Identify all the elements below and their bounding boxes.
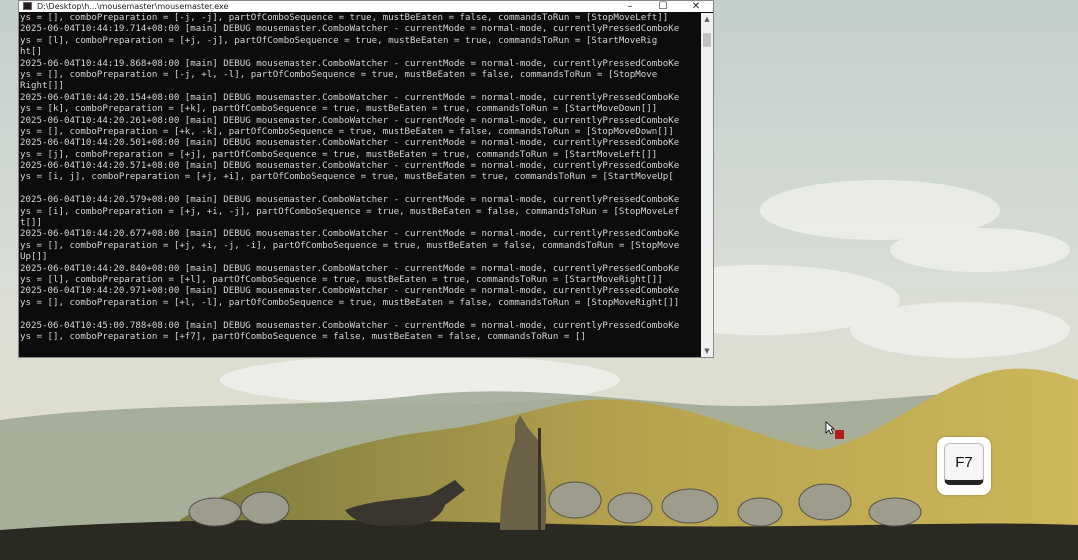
console-line: ys = [i, j], comboPreparation = [+j, +i]… <box>20 172 674 183</box>
console-line: ht[] <box>20 47 42 58</box>
console-line: ys = [i], comboPreparation = [+j, +i, -j… <box>20 206 680 217</box>
cursor-marker <box>835 430 844 439</box>
console-line: ys = [], comboPreparation = [+l, -l], pa… <box>20 297 680 308</box>
mouse-pointer-icon <box>825 421 835 435</box>
console-line: t[]] <box>20 218 42 229</box>
console-line: Up[]] <box>20 252 48 263</box>
console-line: ys = [k], comboPreparation = [+k], partO… <box>20 104 658 115</box>
title-bar[interactable]: D:\Desktop\h...\mousemaster\mousemaster.… <box>19 1 713 12</box>
scroll-thumb[interactable] <box>703 33 711 47</box>
console-line: ys = [], comboPreparation = [+f7], partO… <box>20 331 586 342</box>
console-line: ys = [], comboPreparation = [+k, -k], pa… <box>20 126 674 137</box>
minimize-button[interactable]: – <box>615 1 645 12</box>
console-line: ys = [j], comboPreparation = [+j], partO… <box>20 149 658 160</box>
console-line: ys = [], comboPreparation = [-j, -j], pa… <box>20 13 669 23</box>
window-title: D:\Desktop\h...\mousemaster\mousemaster.… <box>37 2 229 11</box>
keycap: F7 <box>944 443 984 485</box>
console-line: 2025-06-04T10:44:20.579+08:00 [main] DEB… <box>20 195 680 206</box>
console-line: 2025-06-04T10:45:00.788+08:00 [main] DEB… <box>20 320 680 331</box>
console-line: 2025-06-04T10:44:20.971+08:00 [main] DEB… <box>20 286 680 297</box>
vertical-scrollbar[interactable]: ▲ ▼ <box>701 13 713 357</box>
console-output[interactable]: ys = [], comboPreparation = [-j, -j], pa… <box>20 13 700 357</box>
console-line: 2025-06-04T10:44:19.868+08:00 [main] DEB… <box>20 58 680 69</box>
console-line: Right[]] <box>20 81 64 92</box>
maximize-button[interactable]: ☐ <box>648 1 678 12</box>
console-app-icon <box>23 2 32 10</box>
console-line: 2025-06-04T10:44:20.840+08:00 [main] DEB… <box>20 263 680 274</box>
console-window[interactable]: D:\Desktop\h...\mousemaster\mousemaster.… <box>18 0 714 358</box>
console-line: 2025-06-04T10:44:20.261+08:00 [main] DEB… <box>20 115 680 126</box>
console-line: ys = [], comboPreparation = [+j, +i, -j,… <box>20 240 680 251</box>
console-line: 2025-06-04T10:44:20.501+08:00 [main] DEB… <box>20 138 680 149</box>
console-line: 2025-06-04T10:44:20.571+08:00 [main] DEB… <box>20 161 680 172</box>
close-button[interactable]: ✕ <box>681 1 711 12</box>
console-line: 2025-06-04T10:44:20.154+08:00 [main] DEB… <box>20 92 680 103</box>
console-line: ys = [], comboPreparation = [-j, +l, -l]… <box>20 69 658 80</box>
console-line: ys = [l], comboPreparation = [+l], partO… <box>20 274 663 285</box>
console-line: ys = [l], comboPreparation = [+j, -j], p… <box>20 35 658 46</box>
key-label: F7 <box>955 454 973 471</box>
console-line: 2025-06-04T10:44:19.714+08:00 [main] DEB… <box>20 24 680 35</box>
key-indicator: F7 <box>937 437 991 495</box>
console-line: 2025-06-04T10:44:20.677+08:00 [main] DEB… <box>20 229 680 240</box>
scroll-down-icon[interactable]: ▼ <box>701 345 713 357</box>
scroll-up-icon[interactable]: ▲ <box>701 13 713 25</box>
